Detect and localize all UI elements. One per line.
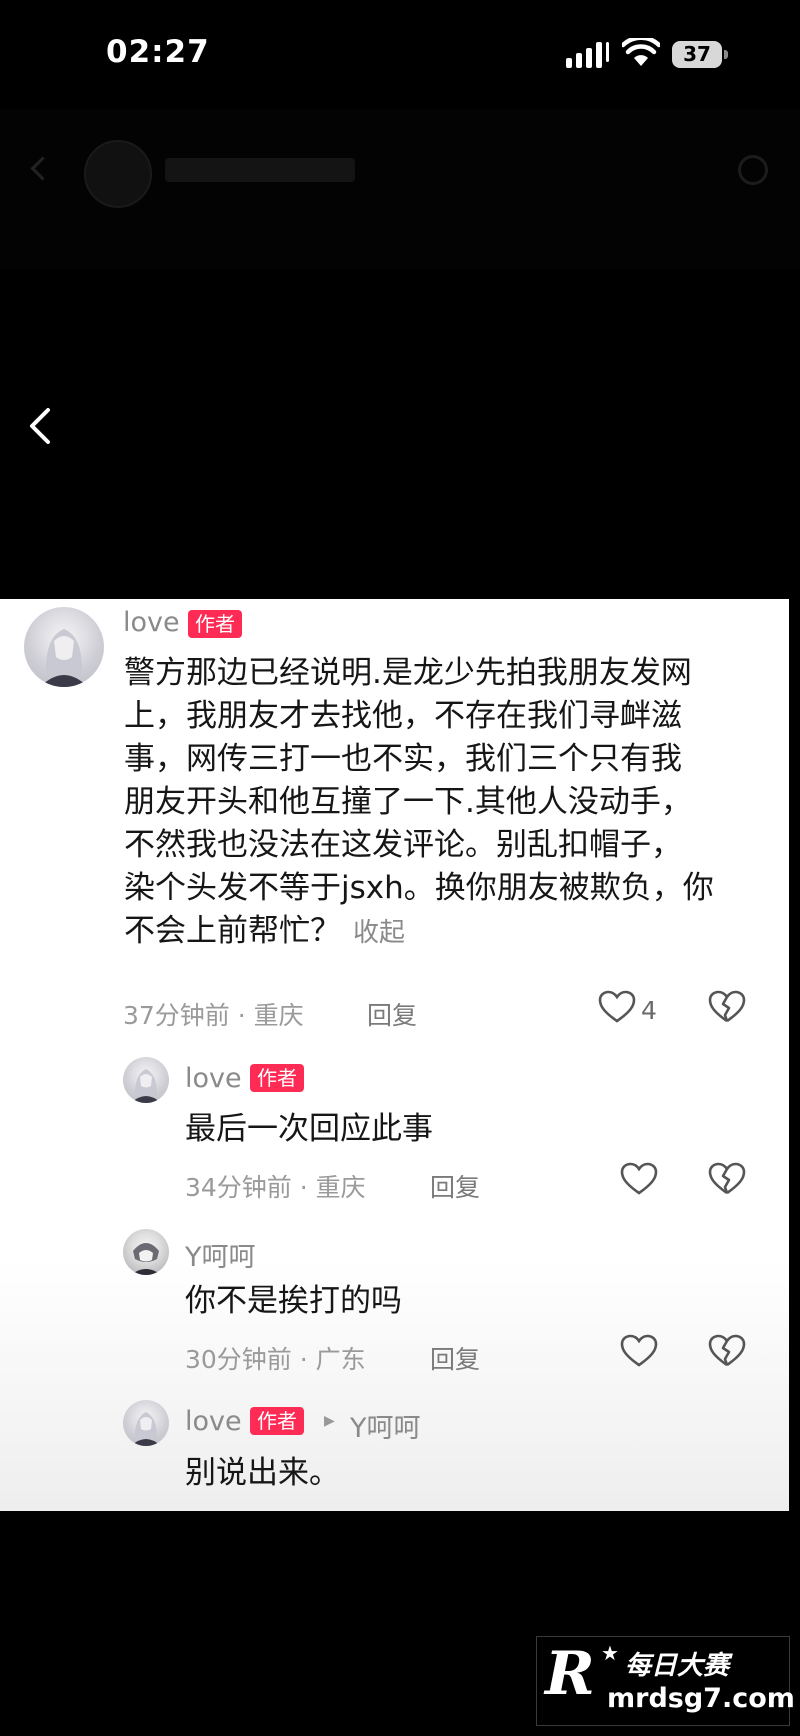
watermark-logo: R ★ 每日大赛 mrdsg7.com [536, 1636, 795, 1726]
faded-title [165, 158, 355, 182]
reply-to-username[interactable]: Y呵呵 [350, 1406, 421, 1445]
reply-meta: 34分钟前 · 重庆 [185, 1173, 366, 1202]
reply-to-arrow-icon: ▶ [324, 1413, 335, 1429]
like-heart-icon[interactable] [620, 1334, 658, 1368]
battery-icon: 37 [672, 41, 728, 68]
like-heart-icon[interactable] [620, 1162, 658, 1196]
cellular-signal-icon [566, 42, 609, 68]
reply-button[interactable]: 回复 [367, 996, 417, 1032]
author-badge: 作者 [188, 610, 242, 638]
faded-search-icon [738, 155, 768, 185]
avatar-image [40, 629, 88, 687]
dislike-broken-heart-icon[interactable] [708, 1334, 746, 1368]
dislike-broken-heart-icon[interactable] [708, 990, 746, 1024]
reply-text: 别说出来。 [185, 1455, 340, 1491]
watermark-url: mrdsg7.com [607, 1683, 795, 1714]
avatar[interactable] [24, 607, 104, 687]
status-time: 02:27 [106, 34, 210, 70]
wifi-icon [622, 38, 660, 66]
like-count: 4 [641, 996, 657, 1025]
comment-meta: 37分钟前 · 重庆 [123, 1001, 304, 1030]
reply-text: 最后一次回应此事 [185, 1111, 433, 1147]
reply-button[interactable]: 回复 [430, 1340, 480, 1376]
reply-text: 你不是挨打的吗 [185, 1283, 402, 1319]
dislike-broken-heart-icon[interactable] [708, 1162, 746, 1196]
reply-meta: 30分钟前 · 广东 [185, 1345, 366, 1374]
avatar[interactable] [123, 1057, 169, 1103]
author-badge: 作者 [250, 1407, 304, 1435]
back-chevron-icon[interactable] [26, 406, 54, 446]
author-badge: 作者 [250, 1064, 304, 1092]
reply-username[interactable]: love [185, 1406, 242, 1437]
watermark-brand: 每日大赛 [625, 1651, 730, 1681]
avatar[interactable] [123, 1229, 169, 1275]
faded-avatar [84, 140, 152, 208]
like-heart-icon[interactable] [598, 990, 636, 1024]
avatar[interactable] [123, 1400, 169, 1446]
comment-username[interactable]: love [123, 607, 180, 638]
reply-button[interactable]: 回复 [430, 1168, 480, 1204]
status-bar: 02:27 37 [0, 0, 800, 110]
comment-text: 警方那边已经说明.是龙少先拍我朋友发网 上，我朋友才去找他，不存在我们寻衅滋 事… [124, 655, 714, 949]
collapse-link[interactable]: 收起 [353, 918, 405, 948]
reply-username[interactable]: love [185, 1063, 242, 1094]
reply-username[interactable]: Y呵呵 [185, 1235, 256, 1274]
battery-level: 37 [672, 41, 722, 68]
